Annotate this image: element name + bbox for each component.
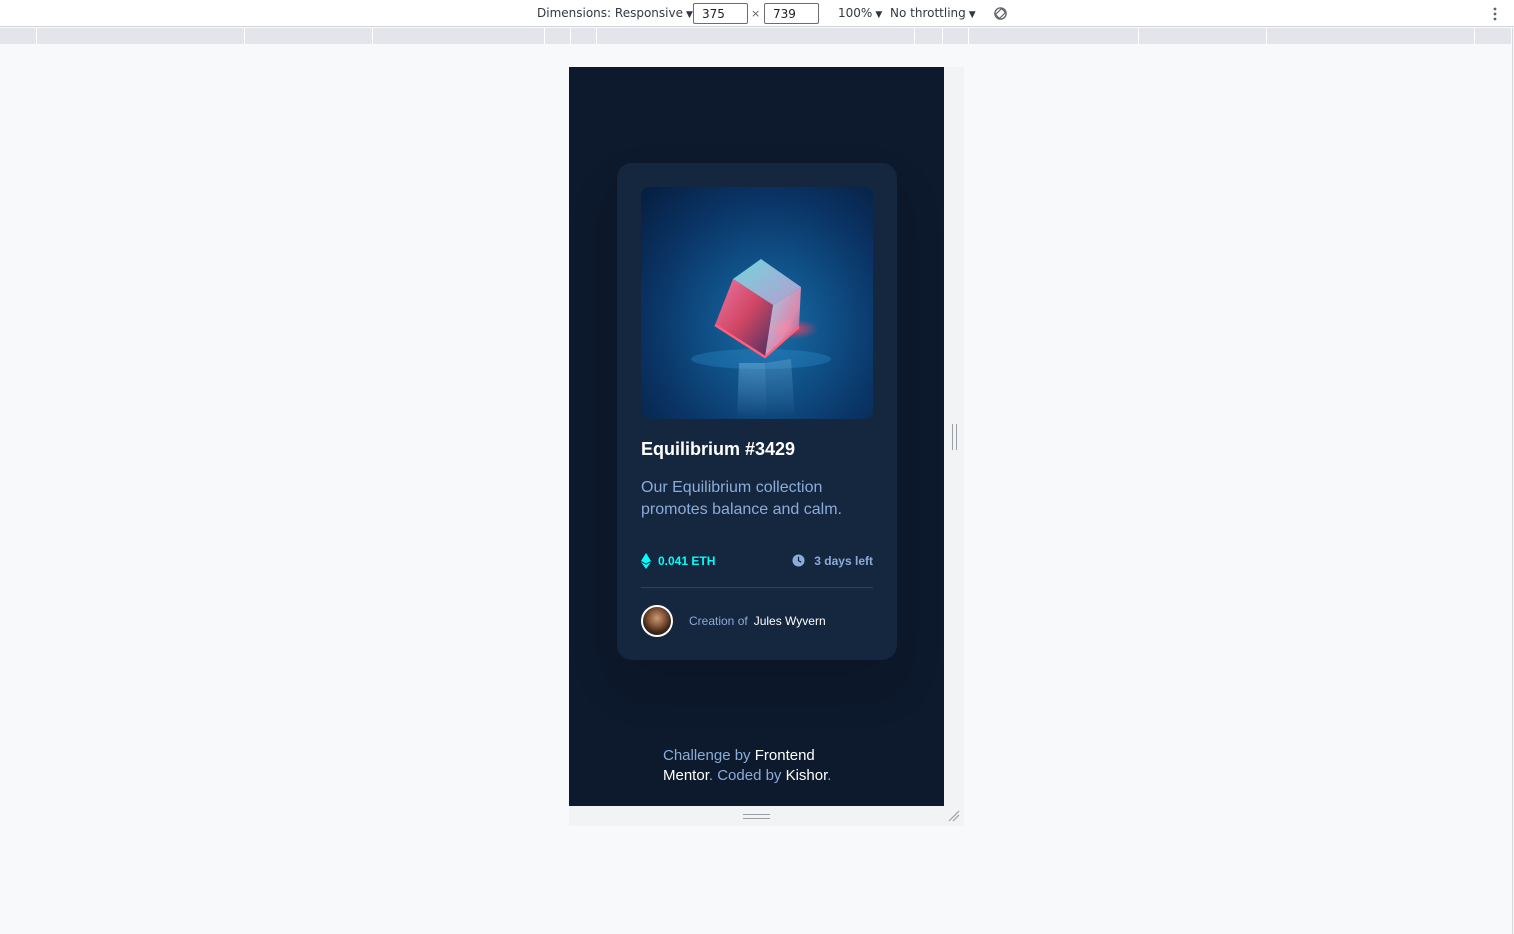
attribution: Challenge by Frontend Mentor. Coded by K… <box>663 747 832 784</box>
avatar <box>641 605 673 637</box>
zoom-label: 100% <box>838 6 873 20</box>
zoom-dropdown[interactable]: 100% ▼ <box>838 6 882 20</box>
height-input[interactable] <box>764 3 819 24</box>
nft-title[interactable]: Equilibrium #3429 <box>641 439 795 460</box>
creator-line: Creation of Jules Wyvern <box>689 614 826 628</box>
attribution-challenge-by: Challenge by <box>663 747 751 764</box>
clock-icon <box>792 554 805 567</box>
ethereum-icon <box>641 553 651 569</box>
attribution-coded-by: Coded by <box>717 767 782 784</box>
author-link[interactable]: Kishor <box>786 767 828 784</box>
media-query-ruler[interactable] <box>0 28 1511 44</box>
width-input[interactable] <box>693 3 748 24</box>
throttling-dropdown[interactable]: No throttling ▼ <box>890 6 976 20</box>
dropdown-arrow-icon: ▼ <box>685 10 693 20</box>
dimensions-label: Dimensions: Responsive <box>537 6 683 20</box>
panel-divider <box>1512 28 1513 934</box>
devtools-device-toolbar: Dimensions: Responsive▼ × 100%▼ No throt… <box>0 0 1514 27</box>
nft-image[interactable] <box>641 187 873 419</box>
throttling-label: No throttling <box>890 6 966 20</box>
creation-prefix: Creation of <box>689 614 748 628</box>
dropdown-arrow-icon: ▼ <box>875 10 883 20</box>
dimensions-dropdown[interactable]: Dimensions: Responsive ▼ <box>537 6 693 20</box>
nft-price: 0.041 ETH <box>658 554 716 568</box>
nft-description: Our Equilibrium collection promotes bala… <box>641 479 842 518</box>
card-divider <box>641 587 873 588</box>
horizontal-resize-handle[interactable] <box>743 814 770 819</box>
crystal-cube-icon <box>691 259 831 419</box>
creator-name-link[interactable]: Jules Wyvern <box>754 614 826 628</box>
vertical-resize-handle[interactable] <box>952 424 957 450</box>
nft-meta-row: 0.041 ETH 3 days left <box>641 552 873 570</box>
time-left: 3 days left <box>814 554 873 568</box>
nft-card: Equilibrium #3429 Our Equilibrium collec… <box>617 163 897 660</box>
device-viewport: Equilibrium #3429 Our Equilibrium collec… <box>569 67 944 806</box>
times-sign: × <box>751 7 761 20</box>
corner-resize-icon[interactable] <box>946 808 960 822</box>
rotate-icon[interactable] <box>993 6 1008 21</box>
more-options-icon[interactable] <box>1490 6 1500 22</box>
dropdown-arrow-icon: ▼ <box>968 10 976 20</box>
